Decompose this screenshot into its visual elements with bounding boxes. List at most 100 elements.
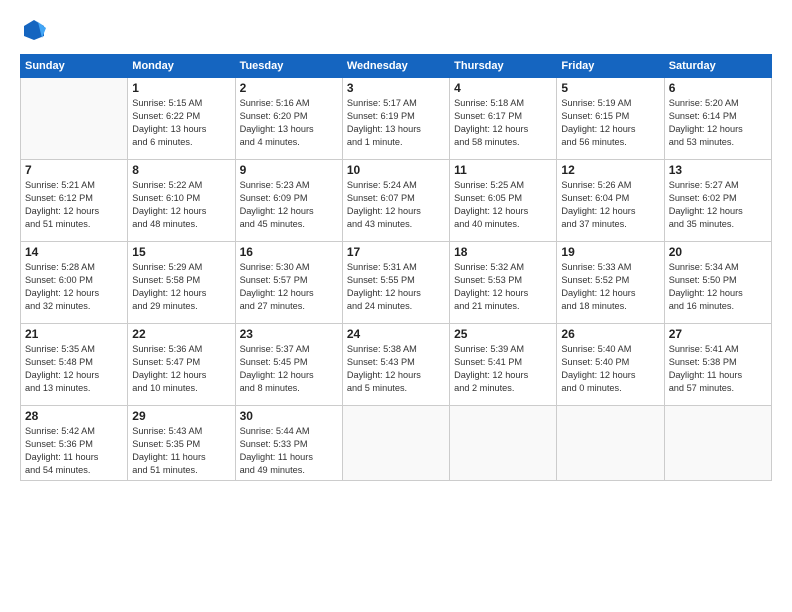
calendar-day-header: Tuesday xyxy=(235,55,342,78)
calendar-cell: 21Sunrise: 5:35 AMSunset: 5:48 PMDayligh… xyxy=(21,324,128,406)
calendar-cell: 23 Sunrise: 5:37 AMSunset: 5:45 PMDayligh… xyxy=(235,324,342,406)
day-info: Sunrise: 5:23 AMSunset: 6:09 PMDaylight:… xyxy=(240,179,338,231)
calendar-week-row: 14 Sunrise: 5:28 AMSunset: 6:00 PMDayligh… xyxy=(21,242,772,324)
calendar-cell: 30 Sunrise: 5:44 AMSunset: 5:33 PMDayligh… xyxy=(235,406,342,481)
calendar-day-header: Saturday xyxy=(664,55,771,78)
day-info: Sunrise: 5:27 AMSunset: 6:02 PMDaylight:… xyxy=(669,179,767,231)
day-info: Sunrise: 5:36 AMSunset: 5:47 PMDaylight:… xyxy=(132,343,230,395)
day-info: Sunrise: 5:19 AMSunset: 6:15 PMDaylight:… xyxy=(561,97,659,149)
calendar-day-header: Wednesday xyxy=(342,55,449,78)
calendar-day-header: Sunday xyxy=(21,55,128,78)
day-number: 4 xyxy=(454,81,552,95)
day-info: Sunrise: 5:22 AMSunset: 6:10 PMDaylight:… xyxy=(132,179,230,231)
day-number: 27 xyxy=(669,327,767,341)
calendar-cell: 24Sunrise: 5:38 AMSunset: 5:43 PMDayligh… xyxy=(342,324,449,406)
day-number: 29 xyxy=(132,409,230,423)
day-number: 17 xyxy=(347,245,445,259)
calendar-cell xyxy=(450,406,557,481)
day-info: Sunrise: 5:16 AMSunset: 6:20 PMDaylight:… xyxy=(240,97,338,149)
day-info: Sunrise: 5:32 AMSunset: 5:53 PMDaylight:… xyxy=(454,261,552,313)
day-number: 10 xyxy=(347,163,445,177)
day-info: Sunrise: 5:40 AMSunset: 5:40 PMDaylight:… xyxy=(561,343,659,395)
day-number: 6 xyxy=(669,81,767,95)
calendar-cell: 1 Sunrise: 5:15 AMSunset: 6:22 PMDaylight… xyxy=(128,78,235,160)
calendar-week-row: 28 Sunrise: 5:42 AMSunset: 5:36 PMDayligh… xyxy=(21,406,772,481)
day-info: Sunrise: 5:35 AMSunset: 5:48 PMDaylight:… xyxy=(25,343,123,395)
calendar-cell: 3Sunrise: 5:17 AMSunset: 6:19 PMDaylight… xyxy=(342,78,449,160)
calendar-cell: 17 Sunrise: 5:31 AMSunset: 5:55 PMDayligh… xyxy=(342,242,449,324)
day-number: 30 xyxy=(240,409,338,423)
day-number: 22 xyxy=(132,327,230,341)
day-number: 25 xyxy=(454,327,552,341)
calendar-day-header: Thursday xyxy=(450,55,557,78)
day-number: 11 xyxy=(454,163,552,177)
day-info: Sunrise: 5:21 AMSunset: 6:12 PMDaylight:… xyxy=(25,179,123,231)
calendar-cell: 9 Sunrise: 5:23 AMSunset: 6:09 PMDaylight… xyxy=(235,160,342,242)
day-info: Sunrise: 5:26 AMSunset: 6:04 PMDaylight:… xyxy=(561,179,659,231)
calendar-cell: 19 Sunrise: 5:33 AMSunset: 5:52 PMDayligh… xyxy=(557,242,664,324)
day-info: Sunrise: 5:24 AMSunset: 6:07 PMDaylight:… xyxy=(347,179,445,231)
day-info: Sunrise: 5:43 AMSunset: 5:35 PMDaylight:… xyxy=(132,425,230,477)
calendar-cell: 12Sunrise: 5:26 AMSunset: 6:04 PMDayligh… xyxy=(557,160,664,242)
calendar-cell xyxy=(342,406,449,481)
calendar-cell: 6 Sunrise: 5:20 AMSunset: 6:14 PMDaylight… xyxy=(664,78,771,160)
calendar-cell: 29 Sunrise: 5:43 AMSunset: 5:35 PMDayligh… xyxy=(128,406,235,481)
calendar-week-row: 1 Sunrise: 5:15 AMSunset: 6:22 PMDaylight… xyxy=(21,78,772,160)
day-info: Sunrise: 5:31 AMSunset: 5:55 PMDaylight:… xyxy=(347,261,445,313)
calendar-cell: 27 Sunrise: 5:41 AMSunset: 5:38 PMDayligh… xyxy=(664,324,771,406)
day-number: 15 xyxy=(132,245,230,259)
header xyxy=(20,16,772,44)
day-info: Sunrise: 5:17 AMSunset: 6:19 PMDaylight:… xyxy=(347,97,445,149)
day-number: 20 xyxy=(669,245,767,259)
calendar-cell: 5 Sunrise: 5:19 AMSunset: 6:15 PMDaylight… xyxy=(557,78,664,160)
day-number: 16 xyxy=(240,245,338,259)
day-number: 7 xyxy=(25,163,123,177)
calendar-week-row: 21Sunrise: 5:35 AMSunset: 5:48 PMDayligh… xyxy=(21,324,772,406)
calendar-cell xyxy=(21,78,128,160)
day-info: Sunrise: 5:41 AMSunset: 5:38 PMDaylight:… xyxy=(669,343,767,395)
day-info: Sunrise: 5:29 AMSunset: 5:58 PMDaylight:… xyxy=(132,261,230,313)
day-info: Sunrise: 5:18 AMSunset: 6:17 PMDaylight:… xyxy=(454,97,552,149)
calendar-cell: 20 Sunrise: 5:34 AMSunset: 5:50 PMDayligh… xyxy=(664,242,771,324)
calendar-header-row: SundayMondayTuesdayWednesdayThursdayFrid… xyxy=(21,55,772,78)
day-number: 28 xyxy=(25,409,123,423)
calendar-table: SundayMondayTuesdayWednesdayThursdayFrid… xyxy=(20,54,772,481)
calendar-cell: 7 Sunrise: 5:21 AMSunset: 6:12 PMDaylight… xyxy=(21,160,128,242)
day-info: Sunrise: 5:38 AMSunset: 5:43 PMDaylight:… xyxy=(347,343,445,395)
day-info: Sunrise: 5:39 AMSunset: 5:41 PMDaylight:… xyxy=(454,343,552,395)
calendar-cell: 13Sunrise: 5:27 AMSunset: 6:02 PMDayligh… xyxy=(664,160,771,242)
logo xyxy=(20,16,52,44)
calendar-cell: 4 Sunrise: 5:18 AMSunset: 6:17 PMDaylight… xyxy=(450,78,557,160)
day-info: Sunrise: 5:30 AMSunset: 5:57 PMDaylight:… xyxy=(240,261,338,313)
calendar-day-header: Monday xyxy=(128,55,235,78)
day-info: Sunrise: 5:42 AMSunset: 5:36 PMDaylight:… xyxy=(25,425,123,477)
day-number: 19 xyxy=(561,245,659,259)
day-info: Sunrise: 5:34 AMSunset: 5:50 PMDaylight:… xyxy=(669,261,767,313)
day-info: Sunrise: 5:44 AMSunset: 5:33 PMDaylight:… xyxy=(240,425,338,477)
day-number: 14 xyxy=(25,245,123,259)
page: SundayMondayTuesdayWednesdayThursdayFrid… xyxy=(0,0,792,612)
calendar-cell: 16 Sunrise: 5:30 AMSunset: 5:57 PMDayligh… xyxy=(235,242,342,324)
day-number: 1 xyxy=(132,81,230,95)
calendar-cell: 8 Sunrise: 5:22 AMSunset: 6:10 PMDaylight… xyxy=(128,160,235,242)
day-info: Sunrise: 5:25 AMSunset: 6:05 PMDaylight:… xyxy=(454,179,552,231)
day-number: 9 xyxy=(240,163,338,177)
calendar-cell: 15 Sunrise: 5:29 AMSunset: 5:58 PMDayligh… xyxy=(128,242,235,324)
day-number: 18 xyxy=(454,245,552,259)
day-info: Sunrise: 5:20 AMSunset: 6:14 PMDaylight:… xyxy=(669,97,767,149)
day-info: Sunrise: 5:33 AMSunset: 5:52 PMDaylight:… xyxy=(561,261,659,313)
day-info: Sunrise: 5:28 AMSunset: 6:00 PMDaylight:… xyxy=(25,261,123,313)
calendar-cell: 26Sunrise: 5:40 AMSunset: 5:40 PMDayligh… xyxy=(557,324,664,406)
day-number: 8 xyxy=(132,163,230,177)
day-number: 23 xyxy=(240,327,338,341)
day-info: Sunrise: 5:15 AMSunset: 6:22 PMDaylight:… xyxy=(132,97,230,149)
calendar-cell: 11 Sunrise: 5:25 AMSunset: 6:05 PMDayligh… xyxy=(450,160,557,242)
day-number: 5 xyxy=(561,81,659,95)
day-number: 2 xyxy=(240,81,338,95)
calendar-cell: 22 Sunrise: 5:36 AMSunset: 5:47 PMDayligh… xyxy=(128,324,235,406)
calendar-cell: 10 Sunrise: 5:24 AMSunset: 6:07 PMDayligh… xyxy=(342,160,449,242)
day-info: Sunrise: 5:37 AMSunset: 5:45 PMDaylight:… xyxy=(240,343,338,395)
calendar-cell: 14 Sunrise: 5:28 AMSunset: 6:00 PMDayligh… xyxy=(21,242,128,324)
calendar-cell: 18 Sunrise: 5:32 AMSunset: 5:53 PMDayligh… xyxy=(450,242,557,324)
calendar-week-row: 7 Sunrise: 5:21 AMSunset: 6:12 PMDaylight… xyxy=(21,160,772,242)
